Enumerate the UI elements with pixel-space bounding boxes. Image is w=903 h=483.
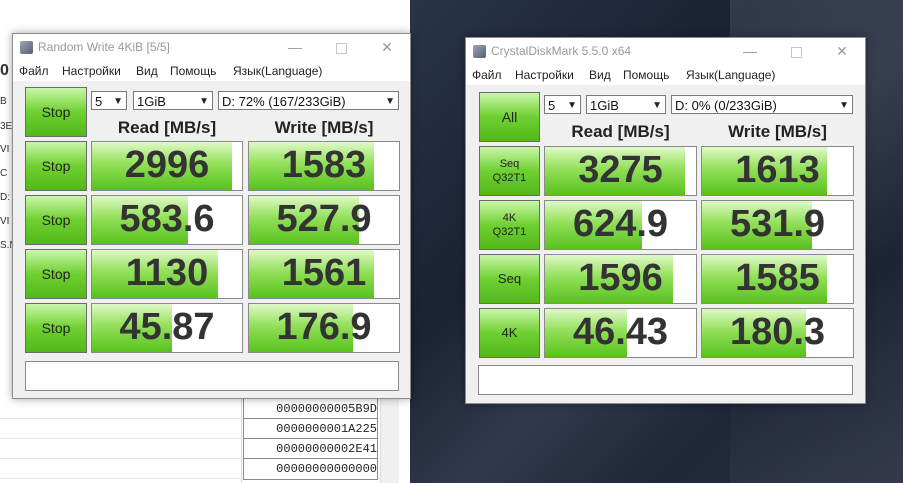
write-result-cell: 527.9 — [248, 195, 400, 245]
test-button[interactable]: 4K — [479, 308, 540, 358]
write-header: Write [MB/s] — [728, 122, 827, 141]
read-result-value: 45.87 — [119, 306, 215, 348]
close-icon[interactable]: ✕ — [364, 34, 410, 61]
read-result-cell: 2996 — [91, 141, 243, 191]
background-top-strip — [0, 0, 410, 5]
read-result-value: 624.9 — [572, 203, 669, 245]
status-bar — [25, 361, 399, 391]
background-table: 00000000005B9D 0000000001A225 0000000000… — [0, 398, 400, 483]
write-result-cell: 1583 — [248, 141, 400, 191]
title-bar[interactable]: Random Write 4KiB [5/5] — ✕ — [13, 34, 410, 61]
background-scrollbar[interactable] — [380, 398, 399, 483]
cdm-window-result: CrystalDiskMark 5.5.0 x64 — ✕ Файл Настр… — [465, 37, 866, 404]
read-result-cell: 46.43 — [544, 308, 697, 358]
read-result-value: 3275 — [578, 149, 663, 191]
table-cell: 0000000001A225 — [243, 418, 378, 440]
test-button[interactable]: Stop — [25, 195, 87, 245]
write-result-value: 1583 — [281, 144, 367, 186]
app-icon — [20, 41, 33, 54]
write-result-value: 176.9 — [276, 306, 372, 348]
window-title: CrystalDiskMark 5.5.0 x64 — [491, 44, 632, 58]
read-result-value: 583.6 — [119, 198, 215, 240]
read-result-cell: 1130 — [91, 249, 243, 299]
minimize-icon[interactable]: — — [272, 34, 318, 61]
app-icon — [473, 45, 486, 58]
size-select[interactable]: 1GiB ▼ — [133, 91, 213, 110]
count-select[interactable]: 5 ▼ — [544, 95, 581, 114]
write-result-value: 1561 — [281, 252, 367, 294]
write-result-value: 527.9 — [276, 198, 372, 240]
maximize-icon[interactable] — [318, 34, 364, 61]
write-result-cell: 176.9 — [248, 303, 400, 353]
table-row[interactable]: 0000000001A225 — [0, 418, 380, 440]
read-result-cell: 583.6 — [91, 195, 243, 245]
write-result-value: 180.3 — [729, 311, 826, 353]
read-result-value: 2996 — [124, 144, 210, 186]
status-bar — [478, 365, 853, 395]
drive-select[interactable]: D: 0% (0/233GiB) ▼ — [671, 95, 853, 114]
table-cell: 00000000005B9D — [243, 398, 378, 420]
menu-language[interactable]: Язык(Language) — [686, 65, 775, 85]
table-cell: 00000000000000 — [243, 458, 378, 480]
menu-settings[interactable]: Настройки — [515, 65, 574, 85]
table-row[interactable]: 00000000002E41 — [0, 438, 380, 460]
maximize-icon[interactable] — [773, 38, 819, 65]
write-result-cell: 1585 — [701, 254, 854, 304]
write-result-value: 531.9 — [729, 203, 826, 245]
read-result-value: 1596 — [578, 257, 663, 299]
write-result-cell: 180.3 — [701, 308, 854, 358]
read-result-cell: 624.9 — [544, 200, 697, 250]
cdm-window-running: Random Write 4KiB [5/5] — ✕ Файл Настрой… — [12, 33, 411, 399]
read-result-value: 46.43 — [572, 311, 669, 353]
write-header: Write [MB/s] — [274, 118, 374, 137]
table-row[interactable]: 00000000005B9D — [0, 398, 380, 420]
menu-help[interactable]: Помощь — [170, 61, 216, 81]
menu-file[interactable]: Файл — [19, 61, 49, 81]
write-result-cell: 1613 — [701, 146, 854, 196]
stop-all-button[interactable]: Stop — [25, 87, 87, 137]
menu-language[interactable]: Язык(Language) — [233, 61, 322, 81]
read-result-cell: 1596 — [544, 254, 697, 304]
close-icon[interactable]: ✕ — [819, 38, 865, 65]
write-result-cell: 531.9 — [701, 200, 854, 250]
read-header: Read [MB/s] — [117, 118, 217, 137]
read-result-cell: 3275 — [544, 146, 697, 196]
read-result-value: 1130 — [125, 252, 209, 294]
table-cell: 00000000002E41 — [243, 438, 378, 460]
drive-select[interactable]: D: 72% (167/233GiB) ▼ — [218, 91, 399, 110]
write-result-value: 1585 — [735, 257, 820, 299]
count-select[interactable]: 5 ▼ — [91, 91, 127, 110]
title-bar[interactable]: CrystalDiskMark 5.5.0 x64 — ✕ — [466, 38, 865, 65]
write-result-value: 1613 — [735, 149, 820, 191]
run-all-button[interactable]: All — [479, 92, 540, 142]
menu-view[interactable]: Вид — [589, 65, 611, 85]
minimize-icon[interactable]: — — [727, 38, 773, 65]
window-title: Random Write 4KiB [5/5] — [38, 40, 170, 54]
test-button[interactable]: Stop — [25, 249, 87, 299]
read-header: Read [MB/s] — [571, 122, 670, 141]
menu-settings[interactable]: Настройки — [62, 61, 121, 81]
menu-file[interactable]: Файл — [472, 65, 502, 85]
read-result-cell: 45.87 — [91, 303, 243, 353]
test-button[interactable]: Stop — [25, 141, 87, 191]
test-button[interactable]: Seq Q32T1 — [479, 146, 540, 196]
menu-bar: Файл Настройки Вид Помощь Язык(Language) — [466, 65, 865, 85]
test-button[interactable]: Stop — [25, 303, 87, 353]
test-button[interactable]: Seq — [479, 254, 540, 304]
menu-help[interactable]: Помощь — [623, 65, 669, 85]
test-button[interactable]: 4K Q32T1 — [479, 200, 540, 250]
size-select[interactable]: 1GiB ▼ — [586, 95, 666, 114]
write-result-cell: 1561 — [248, 249, 400, 299]
menu-view[interactable]: Вид — [136, 61, 158, 81]
menu-bar: Файл Настройки Вид Помощь Язык(Language) — [13, 61, 410, 81]
table-row[interactable]: 00000000000000 — [0, 458, 380, 480]
